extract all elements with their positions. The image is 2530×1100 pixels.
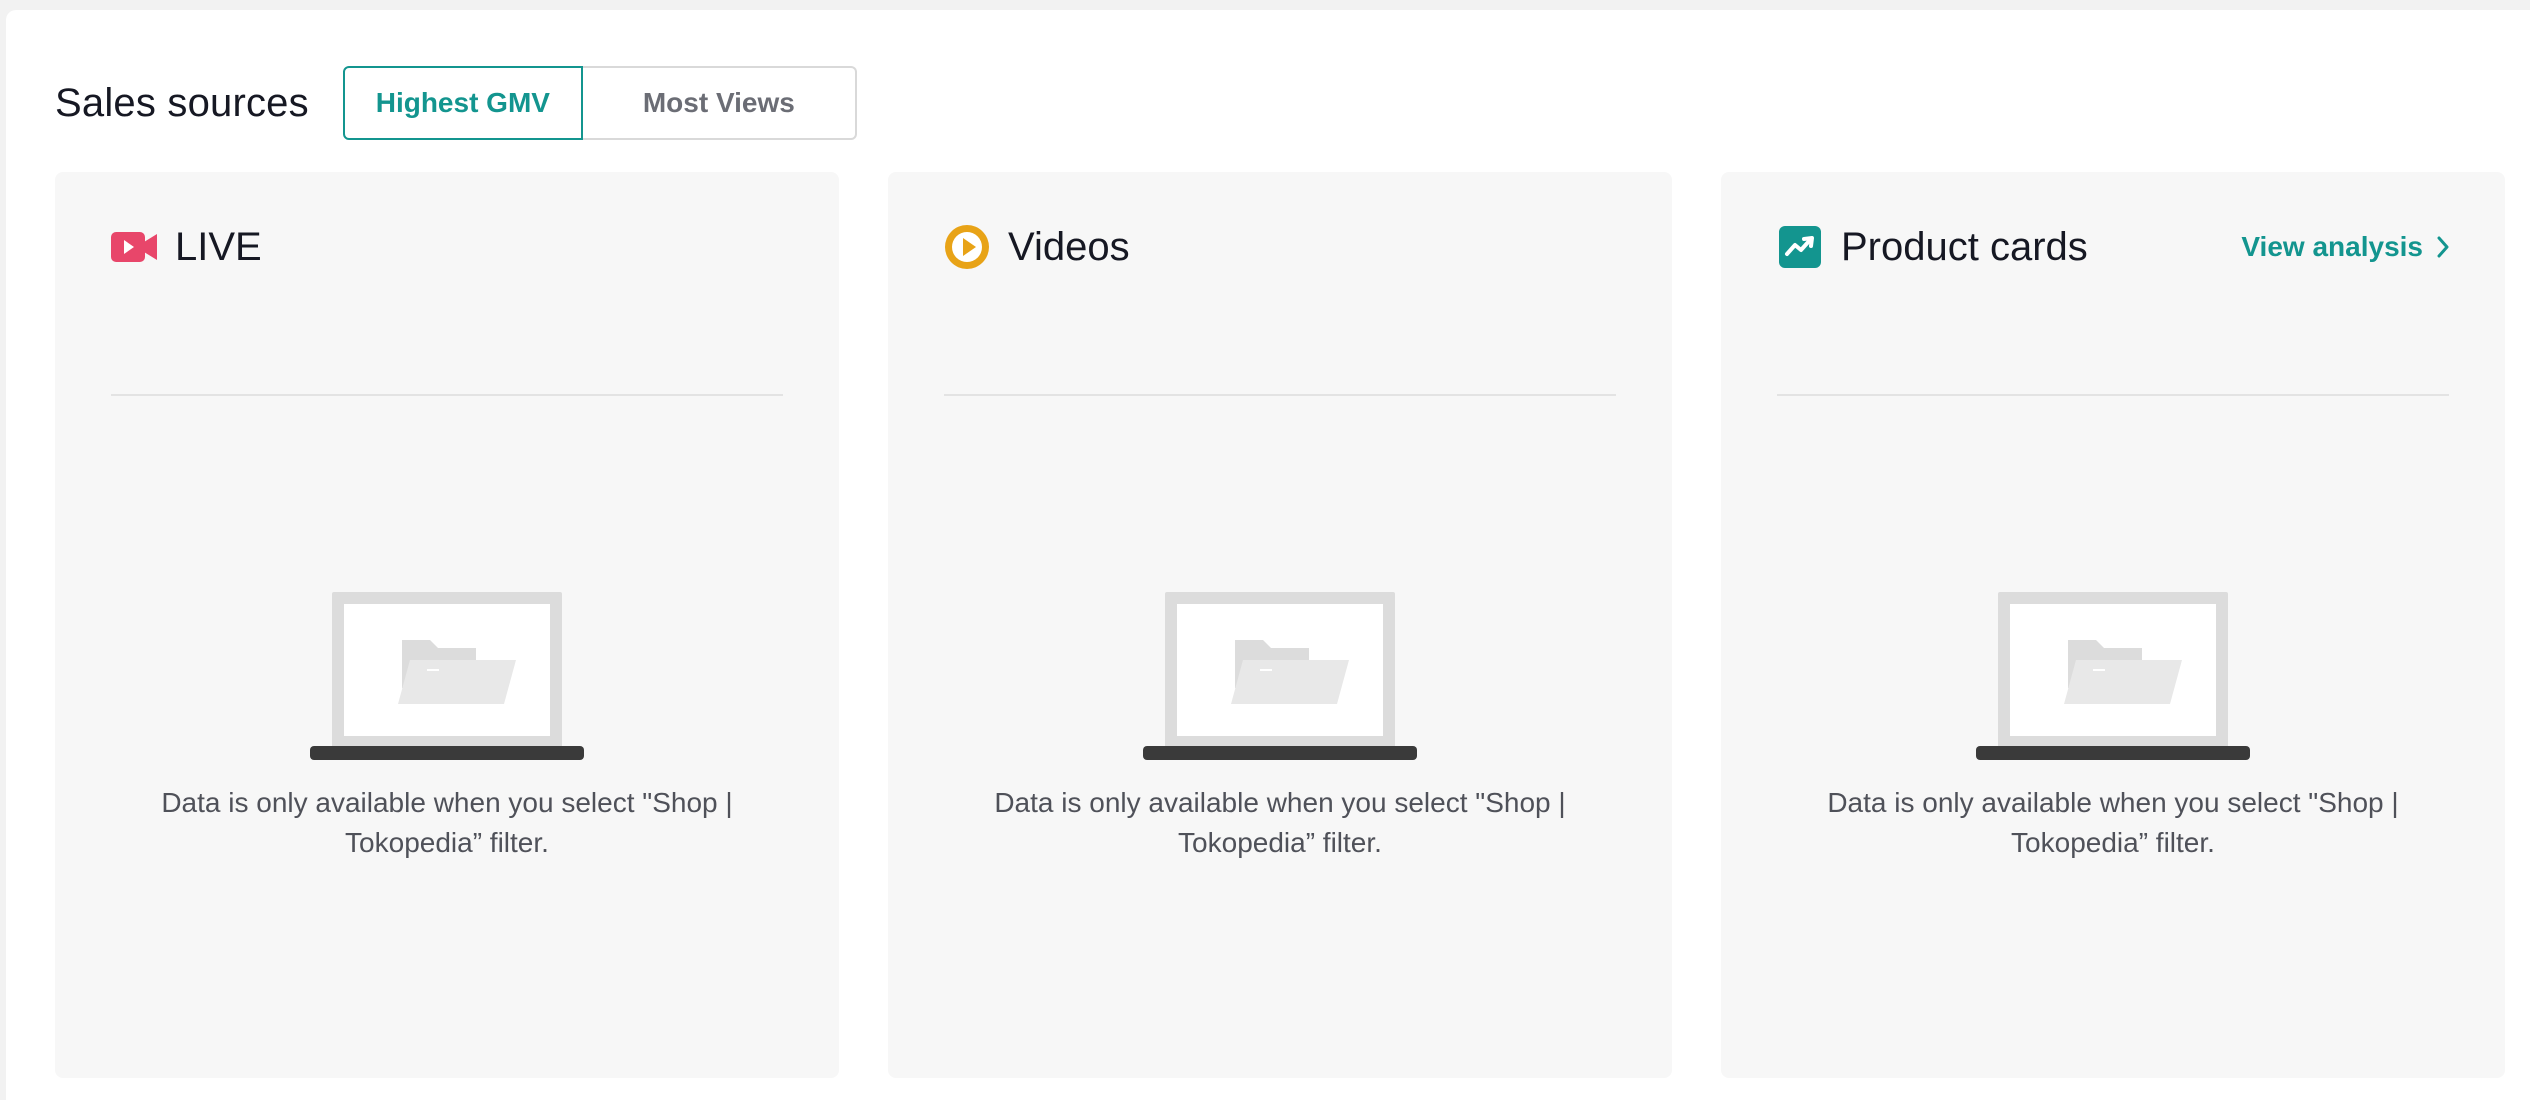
card-header: Videos: [944, 222, 1616, 272]
chevron-right-icon: [2437, 236, 2449, 258]
sort-toggle: Highest GMV Most Views: [342, 66, 857, 140]
section-title: Sales sources: [55, 80, 309, 125]
card-title: Product cards: [1841, 224, 2088, 269]
empty-message: Data is only available when you select "…: [1827, 787, 2399, 858]
card-header: Product cards View analysis: [1777, 222, 2449, 272]
empty-state: Data is only available when you select "…: [1721, 592, 2505, 863]
section-header: Sales sources Highest GMV Most Views: [55, 66, 857, 140]
empty-state: Data is only available when you select "…: [888, 592, 1672, 863]
live-video-icon: [111, 224, 157, 270]
divider: [944, 394, 1616, 396]
trend-chart-icon: [1777, 224, 1823, 270]
empty-laptop-folder-icon: [1143, 592, 1417, 765]
view-analysis-link[interactable]: View analysis: [2241, 231, 2449, 263]
live-card: LIVE Data is only available when you sel…: [55, 172, 839, 1078]
sales-sources-panel: Sales sources Highest GMV Most Views LIV…: [6, 10, 2530, 1100]
tab-highest-gmv[interactable]: Highest GMV: [342, 66, 583, 140]
card-title: Videos: [1008, 224, 1130, 269]
divider: [1777, 394, 2449, 396]
play-circle-icon: [944, 224, 990, 270]
empty-laptop-folder-icon: [1976, 592, 2250, 765]
empty-message: Data is only available when you select "…: [161, 787, 733, 858]
card-header: LIVE: [111, 222, 783, 272]
empty-state: Data is only available when you select "…: [55, 592, 839, 863]
tab-most-views[interactable]: Most Views: [582, 66, 857, 140]
divider: [111, 394, 783, 396]
videos-card: Videos Data is only available when you s…: [888, 172, 1672, 1078]
card-title: LIVE: [175, 224, 262, 269]
empty-message: Data is only available when you select "…: [994, 787, 1566, 858]
product-cards-card: Product cards View analysis Data is only…: [1721, 172, 2505, 1078]
view-analysis-label: View analysis: [2241, 231, 2423, 262]
empty-laptop-folder-icon: [310, 592, 584, 765]
